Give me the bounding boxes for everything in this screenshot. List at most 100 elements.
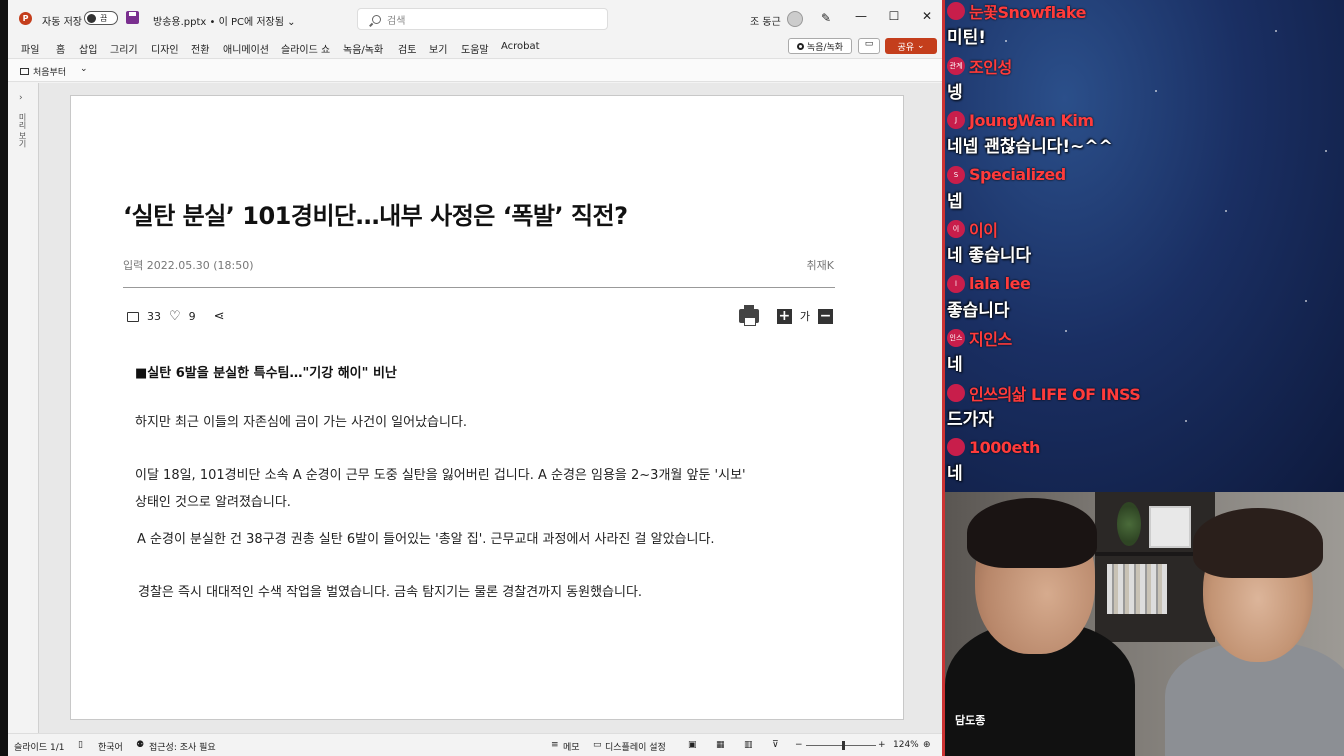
chat-avatar: l bbox=[947, 274, 965, 293]
chat-text: 넹 bbox=[947, 82, 963, 103]
chat-author: 관계 조인성 bbox=[947, 55, 1012, 77]
notes-icon: ≡ bbox=[551, 740, 559, 750]
chat-text: 네 bbox=[947, 355, 963, 375]
chat-text: 네넵 괜찮습니다!~^^ bbox=[947, 137, 1113, 157]
minimize-button[interactable]: — bbox=[850, 9, 872, 23]
tab-help[interactable]: 도움말 bbox=[461, 41, 489, 56]
like-count: 9 bbox=[188, 310, 196, 323]
expand-pane-icon[interactable]: › bbox=[19, 93, 23, 103]
display-settings-button[interactable]: 디스플레이 설정 bbox=[605, 740, 666, 753]
chat-message: 인쓰의삶 LIFE OF INSS 드가자 bbox=[947, 382, 1141, 430]
heart-icon: ♡ bbox=[169, 309, 181, 324]
chat-text: 네 bbox=[947, 464, 963, 484]
comment-icon: ▭ bbox=[864, 39, 874, 49]
tab-view[interactable]: 보기 bbox=[429, 41, 447, 56]
slide-canvas: ‘실탄 분실’ 101경비단…내부 사정은 ‘폭발’ 직전? 입력 2022.0… bbox=[39, 83, 942, 733]
tab-slideshow[interactable]: 슬라이드 쇼 bbox=[281, 41, 330, 56]
share-button[interactable]: 공유 ⌄ bbox=[885, 38, 937, 54]
article-stats: 33 ♡ 9 ⋖ bbox=[127, 310, 225, 323]
from-start-button[interactable]: 처음부터 bbox=[20, 65, 66, 78]
chat-avatar: 관계 bbox=[947, 56, 965, 75]
spellcheck-icon[interactable]: ▯ bbox=[78, 740, 83, 750]
tab-home[interactable]: 홈 bbox=[56, 41, 65, 56]
chat-nickname: 지인스 bbox=[969, 330, 1012, 349]
user-name[interactable]: 조 동근 bbox=[750, 13, 781, 28]
chat-author: 인쓰의삶 LIFE OF INSS bbox=[947, 382, 1141, 404]
chat-nickname: 인쓰의삶 LIFE OF INSS bbox=[969, 384, 1141, 404]
chat-text: 드가자 bbox=[947, 409, 994, 430]
chat-message: 인스 지인스네 bbox=[947, 327, 1012, 375]
search-icon bbox=[372, 14, 381, 24]
tab-record[interactable]: 녹음/녹화 bbox=[343, 41, 383, 56]
zoom-out-icon[interactable]: − bbox=[795, 740, 803, 750]
chat-avatar bbox=[947, 438, 965, 456]
status-bar: 슬라이드 1/1 ▯ 한국어 ⚉ 접근성: 조사 필요 ≡ 메모 ▭ 디스플레이… bbox=[8, 733, 942, 756]
chat-message: J JoungWan Kim 네넵 괜찮습니다!~^^ bbox=[947, 109, 1113, 157]
file-name[interactable]: 방송용.pptx • 이 PC에 저장됨 ⌄ bbox=[153, 13, 296, 28]
chat-avatar: 이 bbox=[947, 220, 965, 238]
tab-design[interactable]: 디자인 bbox=[151, 41, 179, 56]
chat-text: 네 좋습니다 bbox=[947, 246, 1032, 266]
chat-nickname: 이이 bbox=[969, 221, 998, 240]
notes-button[interactable]: 메모 bbox=[563, 740, 580, 753]
live-chat-panel: 눈꽃Snowflake 미틴! 관계 조인성넹 J JoungWan Kim 네넵 괜찮습니… bbox=[945, 0, 1344, 492]
slide[interactable]: ‘실탄 분실’ 101경비단…내부 사정은 ‘폭발’ 직전? 입력 2022.0… bbox=[70, 95, 904, 720]
normal-view-icon[interactable]: ▣ bbox=[688, 740, 697, 750]
autosave-toggle[interactable]: 끔 bbox=[84, 11, 118, 25]
powerpoint-logo-icon: P bbox=[19, 12, 32, 25]
article-tools: + 가 − bbox=[738, 305, 833, 326]
slide-sorter-icon[interactable]: ▦ bbox=[716, 740, 725, 750]
chevron-down-icon[interactable]: ⌄ bbox=[80, 64, 88, 74]
chat-message: l lala lee 좋습니다 bbox=[947, 273, 1031, 321]
zoom-in-icon[interactable]: + bbox=[878, 740, 886, 750]
zoom-slider-thumb[interactable] bbox=[842, 741, 845, 750]
tab-review[interactable]: 검토 bbox=[398, 41, 416, 56]
frame bbox=[1149, 506, 1191, 548]
language[interactable]: 한국어 bbox=[98, 740, 123, 753]
save-icon[interactable] bbox=[126, 11, 139, 24]
autosave-label: 자동 저장 bbox=[42, 17, 82, 28]
record-button[interactable]: 녹음/녹화 bbox=[788, 38, 852, 54]
chat-avatar: 인스 bbox=[947, 329, 965, 347]
search-placeholder: 검색 bbox=[387, 15, 406, 27]
chat-message: 눈꽃Snowflake 미틴! bbox=[947, 0, 1086, 48]
avatar[interactable] bbox=[787, 11, 803, 27]
chat-author: S Specialized bbox=[947, 164, 1066, 186]
powerpoint-window: P 자동 저장 끔 방송용.pptx • 이 PC에 저장됨 ⌄ 검색 조 동근… bbox=[0, 0, 945, 756]
print-icon bbox=[738, 305, 759, 326]
search-input[interactable]: 검색 bbox=[357, 8, 608, 30]
chat-nickname: 1000eth bbox=[969, 437, 1040, 457]
chat-message: S Specialized 넵 bbox=[947, 164, 1066, 212]
pen-icon[interactable]: ✎ bbox=[821, 11, 831, 25]
close-button[interactable]: ✕ bbox=[916, 9, 938, 23]
reading-view-icon[interactable]: ▥ bbox=[744, 740, 753, 750]
plant bbox=[1117, 502, 1141, 546]
thumbnail-label: 미리 보기 bbox=[18, 113, 27, 148]
tab-transitions[interactable]: 전환 bbox=[191, 41, 209, 56]
accessibility-icon: ⚉ bbox=[136, 740, 145, 750]
share-icon: ⋖ bbox=[213, 309, 225, 324]
chat-nickname: 눈꽃Snowflake bbox=[969, 3, 1086, 22]
paragraph-2: 이달 18일, 101경비단 소속 A 순경이 근무 도중 실탄을 잃어버린 겁… bbox=[135, 468, 746, 510]
tab-animations[interactable]: 애니메이션 bbox=[223, 41, 269, 56]
zoom-level[interactable]: 124% bbox=[893, 740, 919, 750]
divider bbox=[123, 287, 835, 288]
tab-file[interactable]: 파일 bbox=[21, 41, 39, 56]
chat-text: 미틴! bbox=[947, 28, 987, 48]
chat-author: J JoungWan Kim bbox=[947, 109, 1113, 131]
maximize-button[interactable]: ☐ bbox=[883, 9, 905, 23]
zoom-slider[interactable] bbox=[806, 745, 876, 746]
comment-icon bbox=[127, 311, 139, 322]
display-icon: ▭ bbox=[593, 740, 602, 750]
paragraph-3: A 순경이 분실한 건 38구경 권총 실탄 6발이 들어있는 '총알 집'. … bbox=[137, 532, 715, 547]
slideshow-view-icon[interactable]: ⊽ bbox=[772, 740, 779, 750]
comments-button[interactable]: ▭ bbox=[858, 38, 880, 54]
article-byline: 취재K bbox=[806, 259, 834, 272]
tab-acrobat[interactable]: Acrobat bbox=[501, 41, 540, 52]
slide-count: 슬라이드 1/1 bbox=[14, 743, 65, 753]
fit-slide-icon[interactable]: ⊕ bbox=[923, 740, 931, 750]
font-decrease-icon: − bbox=[818, 308, 833, 324]
tab-draw[interactable]: 그리기 bbox=[110, 41, 138, 56]
tab-insert[interactable]: 삽입 bbox=[79, 41, 97, 56]
accessibility-status[interactable]: 접근성: 조사 필요 bbox=[149, 740, 216, 753]
